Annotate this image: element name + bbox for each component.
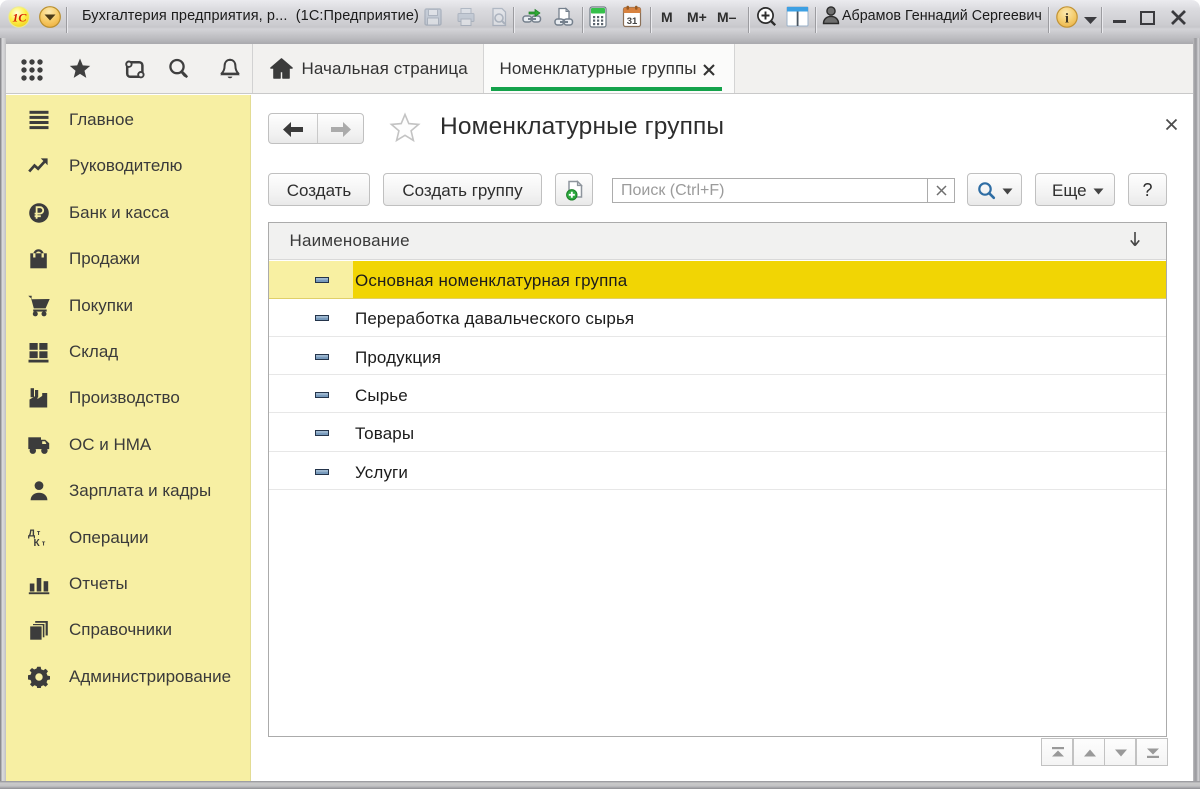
svg-text:т: т bbox=[37, 528, 41, 537]
svg-text:т: т bbox=[42, 538, 46, 547]
svg-text:i: i bbox=[1065, 12, 1069, 27]
svg-text:К: К bbox=[34, 538, 41, 549]
svg-text:31: 31 bbox=[627, 16, 638, 27]
svg-text:1С: 1С bbox=[12, 11, 27, 25]
